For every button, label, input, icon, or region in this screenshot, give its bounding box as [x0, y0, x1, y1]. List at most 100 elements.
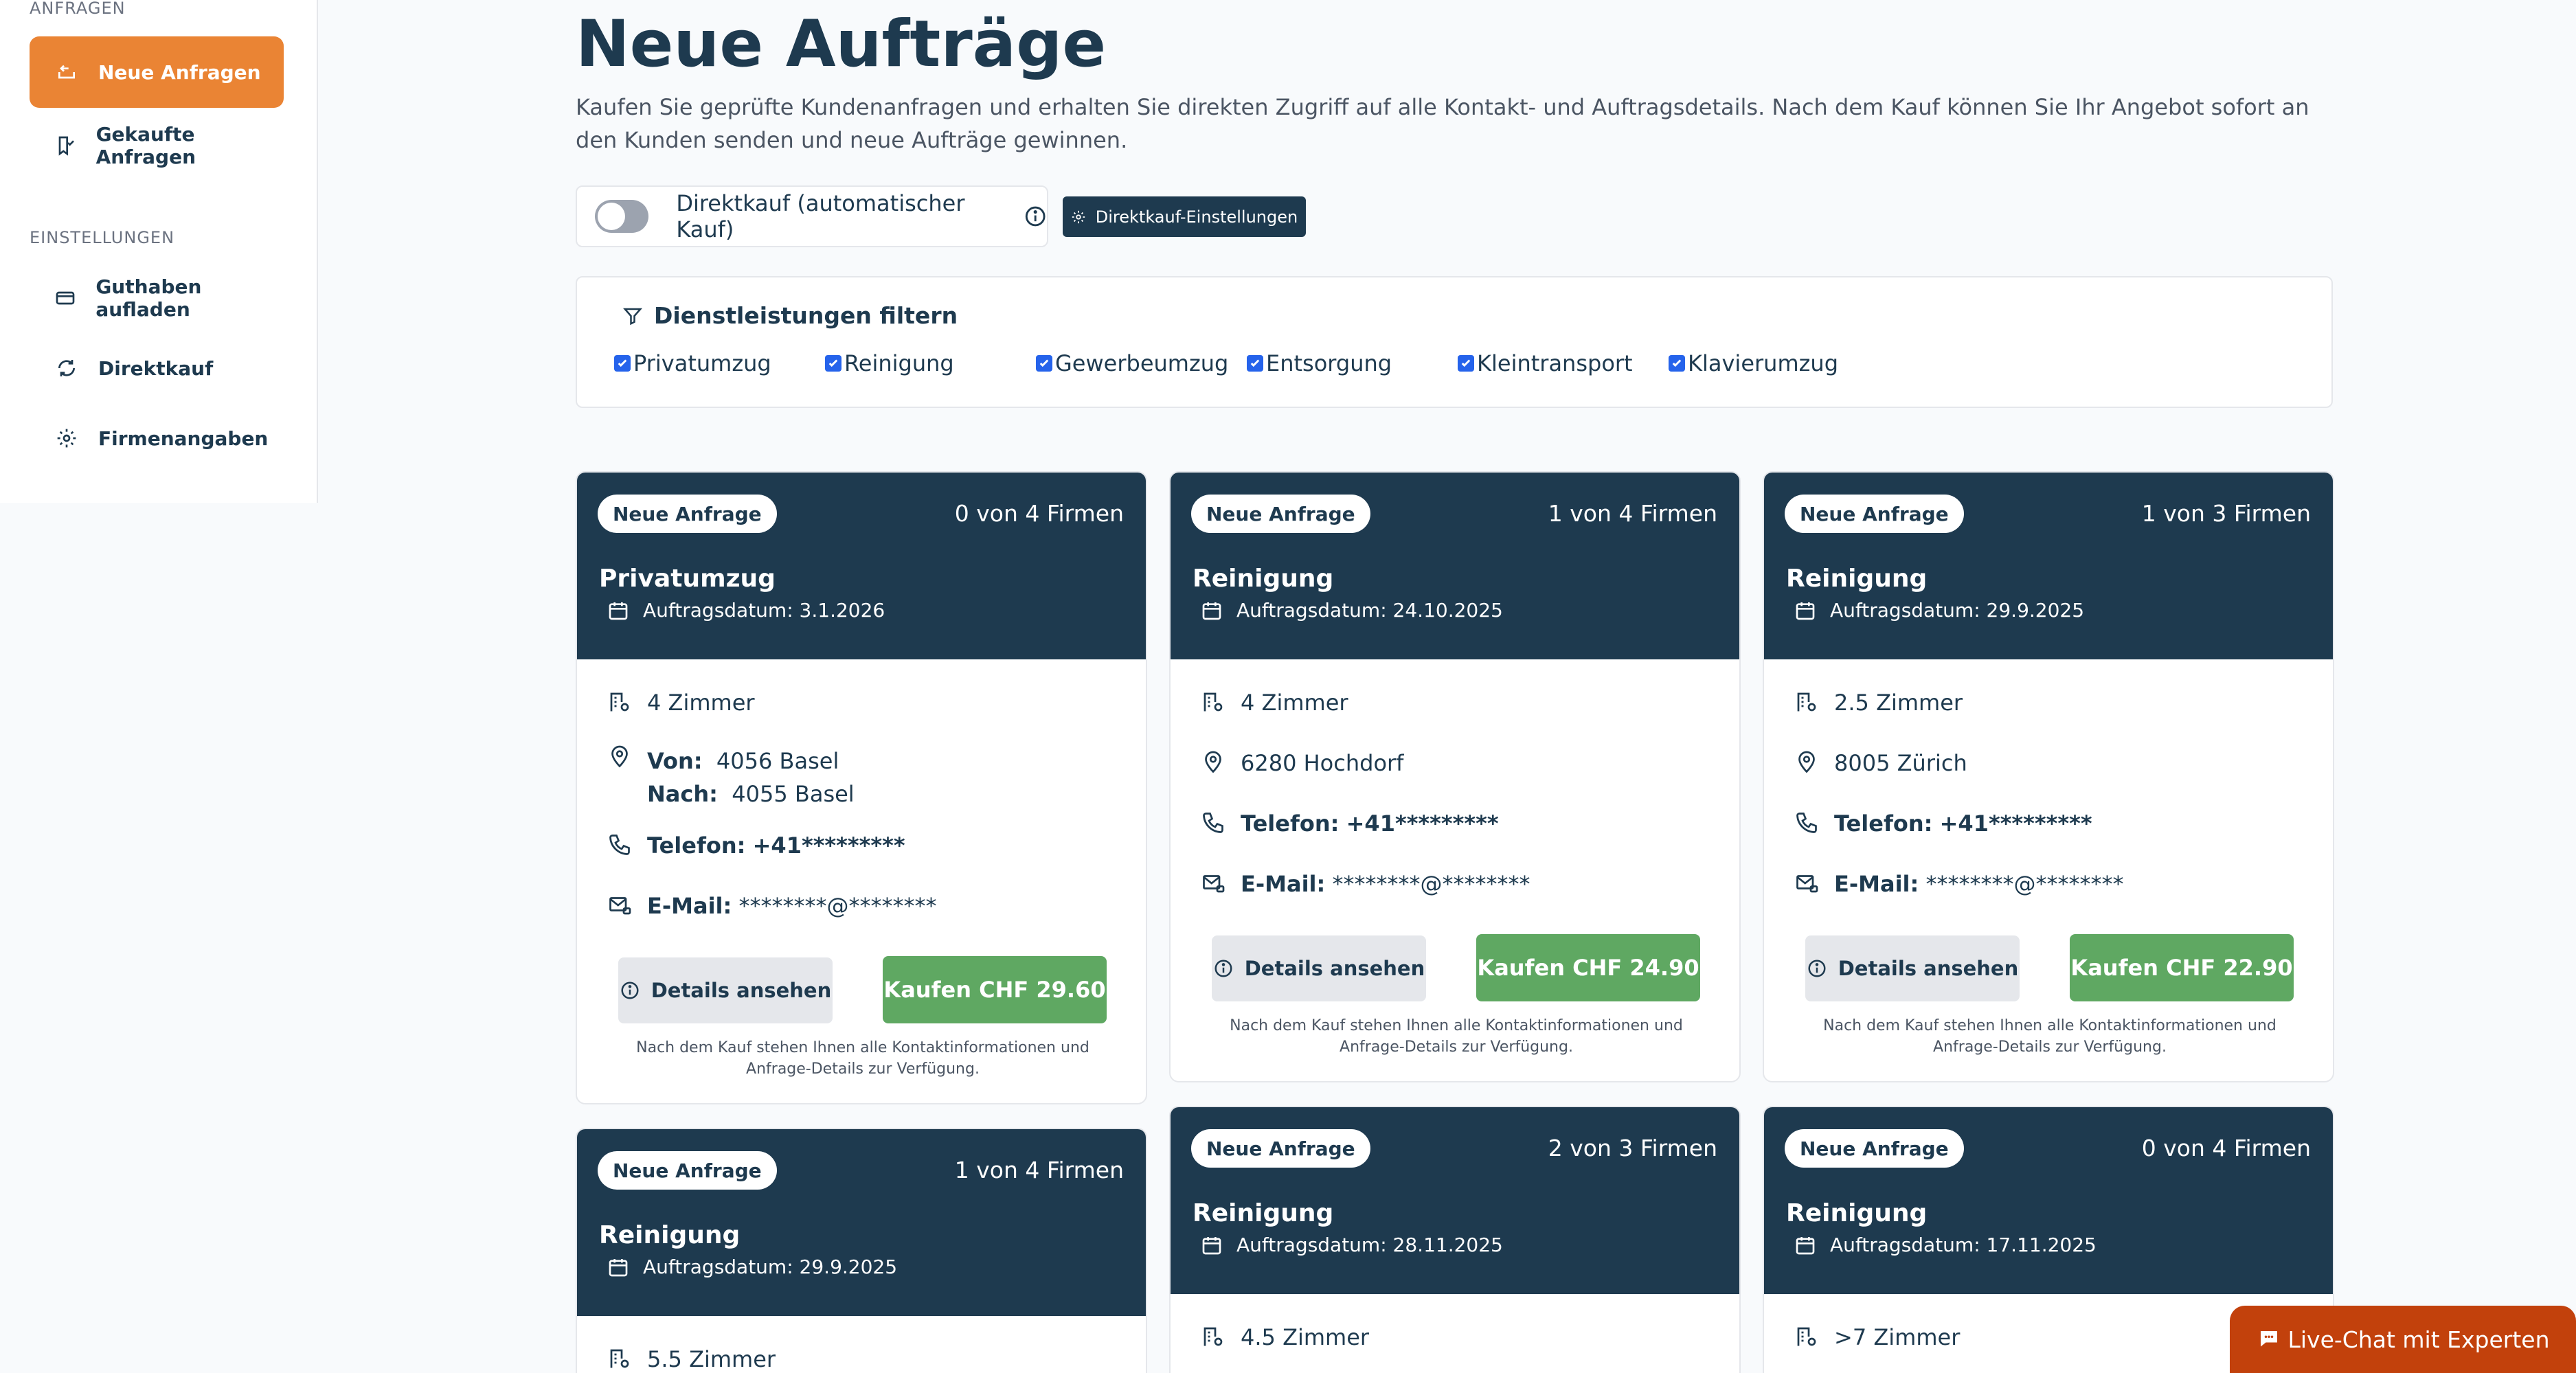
service-title: Privatumzug	[599, 565, 776, 593]
email-label: E-Mail:	[1241, 871, 1326, 897]
card-header: Neue Anfrage 1 von 4 Firmen Reinigung Au…	[577, 1129, 1146, 1316]
page-subtitle: Kaufen Sie geprüfte Kundenanfragen und e…	[576, 94, 2309, 153]
phone-row: Telefon: +41*********	[607, 832, 905, 859]
mail-lock-icon	[1796, 875, 1818, 893]
filter-checkbox-reinigung[interactable]: Reinigung	[825, 350, 954, 376]
filter-checkbox-entsorgung[interactable]: Entsorgung	[1247, 350, 1392, 376]
order-date-text: Auftragsdatum: 29.9.2025	[1830, 599, 2085, 622]
location-row: 6280 Hochdorf	[1201, 750, 1403, 776]
details-button[interactable]: Details ansehen	[1805, 935, 2020, 1001]
request-card: Neue Anfrage 1 von 4 Firmen Reinigung Au…	[576, 1128, 1147, 1373]
service-title: Reinigung	[1786, 565, 1928, 593]
info-icon	[1214, 960, 1232, 977]
firms-count: 0 von 4 Firmen	[2141, 1135, 2311, 1161]
sidebar-item-label: Neue Anfragen	[98, 60, 261, 84]
rooms-text: 4 Zimmer	[1241, 690, 1348, 716]
status-badge: Neue Anfrage	[598, 1151, 777, 1190]
phone-label: Telefon:	[1834, 810, 1933, 837]
status-badge: Neue Anfrage	[1191, 495, 1370, 533]
email-row: E-Mail: ********@********	[1794, 871, 2123, 897]
order-date: Auftragsdatum: 17.11.2025	[1794, 1234, 2097, 1256]
request-card: Neue Anfrage 1 von 4 Firmen Reinigung Au…	[1169, 471, 1741, 1082]
direct-buy-settings-button[interactable]: Direktkauf-Einstellungen	[1063, 196, 1306, 237]
buy-button[interactable]: Kaufen CHF 29.60	[883, 956, 1107, 1023]
details-button[interactable]: Details ansehen	[1212, 935, 1426, 1001]
filter-checkbox-kleintransport[interactable]: Kleintransport	[1458, 350, 1633, 376]
rooms-text: 4.5 Zimmer	[1241, 1324, 1370, 1350]
rooms-row: >7 Zimmer	[1794, 1324, 1960, 1350]
order-date-text: Auftragsdatum: 17.11.2025	[1830, 1234, 2097, 1256]
details-button[interactable]: Details ansehen	[618, 957, 833, 1023]
buy-button[interactable]: Kaufen CHF 22.90	[2070, 934, 2294, 1001]
card-header: Neue Anfrage 2 von 3 Firmen Reinigung Au…	[1171, 1107, 1739, 1294]
direct-buy-switch[interactable]	[595, 200, 649, 233]
refresh-icon	[53, 354, 80, 382]
service-title: Reinigung	[1193, 1199, 1334, 1227]
request-card: Neue Anfrage 0 von 4 Firmen Privatumzug …	[576, 471, 1147, 1104]
live-chat-button[interactable]: Live-Chat mit Experten	[2230, 1306, 2576, 1373]
purchase-note: Nach dem Kauf stehen Ihnen alle Kontakti…	[1230, 1017, 1683, 1056]
info-icon	[621, 981, 639, 999]
calendar-icon	[1202, 1236, 1221, 1254]
bookmark-check-icon	[53, 132, 78, 159]
filter-checkbox-privatumzug[interactable]: Privatumzug	[614, 350, 771, 376]
filter-checkbox-gewerbeumzug[interactable]: Gewerbeumzug	[1036, 350, 1228, 376]
checkbox-checked-icon	[1247, 355, 1263, 372]
rooms-row: 2.5 Zimmer	[1794, 690, 1963, 716]
status-badge: Neue Anfrage	[1785, 495, 1964, 533]
location-pin-icon	[611, 745, 628, 768]
sidebar-item-direktkauf[interactable]: Direktkauf	[30, 332, 284, 404]
order-date: Auftragsdatum: 29.9.2025	[607, 1256, 897, 1278]
email-value: ********@********	[1925, 871, 2124, 897]
firms-count: 1 von 3 Firmen	[2141, 500, 2311, 527]
info-icon[interactable]	[1024, 204, 1047, 229]
service-title: Reinigung	[1786, 1199, 1928, 1227]
chat-bubble-icon	[2260, 1331, 2277, 1347]
order-date-text: Auftragsdatum: 3.1.2026	[643, 599, 885, 622]
credit-card-icon	[53, 284, 78, 312]
rooms-text: 5.5 Zimmer	[647, 1346, 776, 1372]
firms-count: 1 von 4 Firmen	[954, 1157, 1124, 1183]
request-card: Neue Anfrage 1 von 3 Firmen Reinigung Au…	[1763, 471, 2334, 1082]
building-gear-icon	[1204, 692, 1223, 712]
phone-row: Telefon: +41*********	[1201, 810, 1499, 837]
live-chat-label: Live-Chat mit Experten	[2287, 1326, 2550, 1353]
info-icon	[1808, 960, 1826, 977]
from-value: 4056 Basel	[716, 748, 839, 774]
buy-button[interactable]: Kaufen CHF 24.90	[1476, 934, 1700, 1001]
calendar-icon	[1796, 602, 1815, 620]
phone-icon	[1796, 813, 1817, 833]
sidebar-item-firmenangaben[interactable]: Firmenangaben	[30, 402, 284, 474]
status-badge: Neue Anfrage	[598, 495, 777, 533]
building-gear-icon	[610, 1349, 629, 1368]
building-gear-icon	[1797, 692, 1816, 712]
calendar-icon	[609, 602, 628, 620]
sidebar-item-guthaben[interactable]: Guthaben aufladen	[30, 262, 284, 334]
rooms-text: 4 Zimmer	[647, 690, 755, 716]
sidebar-item-gekaufte-anfragen[interactable]: Gekaufte Anfragen	[30, 110, 284, 181]
firms-count: 2 von 3 Firmen	[1548, 1135, 1717, 1161]
filter-label: Gewerbeumzug	[1055, 350, 1229, 376]
phone-label: Telefon:	[647, 832, 746, 859]
filter-title-label: Dienstleistungen filtern	[654, 302, 958, 329]
service-title: Reinigung	[599, 1221, 741, 1249]
phone-row: Telefon: +41*********	[1794, 810, 2092, 837]
mail-lock-icon	[1203, 875, 1225, 893]
to-value: 4055 Basel	[732, 781, 855, 807]
sidebar-item-neue-anfragen[interactable]: Neue Anfragen	[30, 36, 284, 108]
rooms-row: 4 Zimmer	[607, 690, 755, 716]
request-card: Neue Anfrage 2 von 3 Firmen Reinigung Au…	[1169, 1106, 1741, 1373]
direct-buy-label: Direktkauf (automatischer Kauf)	[676, 190, 965, 242]
mail-lock-icon	[609, 897, 631, 915]
direct-buy-toggle-box: Direktkauf (automatischer Kauf)	[576, 185, 1048, 247]
phone-value: +41*********	[1346, 810, 1499, 837]
order-date: Auftragsdatum: 3.1.2026	[607, 599, 885, 622]
sidebar-item-label: Direktkauf	[98, 356, 214, 380]
building-gear-icon	[1204, 1327, 1223, 1346]
email-label: E-Mail:	[647, 893, 732, 919]
order-date-text: Auftragsdatum: 28.11.2025	[1236, 1234, 1503, 1256]
inbox-arrow-icon	[53, 58, 80, 86]
location-text: 6280 Hochdorf	[1241, 750, 1404, 776]
filter-checkbox-klavierumzug[interactable]: Klavierumzug	[1669, 350, 1838, 376]
phone-value: +41*********	[752, 832, 905, 859]
